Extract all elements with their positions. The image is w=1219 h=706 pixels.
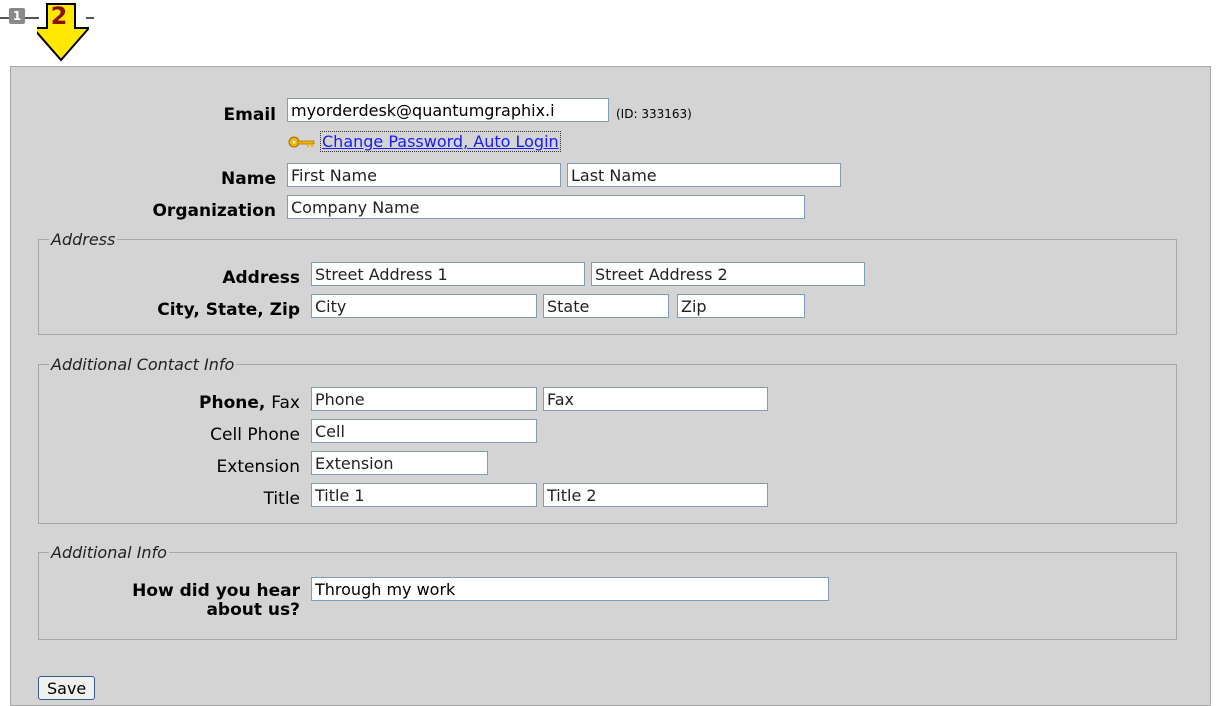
step-2-badge: 2	[50, 2, 68, 30]
save-button[interactable]: Save	[38, 676, 96, 700]
zip-input[interactable]	[677, 294, 805, 318]
cell-phone-input[interactable]	[311, 419, 537, 443]
phone-fax-label: Phone, Fax	[100, 393, 300, 413]
email-label: Email	[223, 105, 276, 125]
step-line	[86, 17, 94, 19]
cell-phone-label: Cell Phone	[210, 425, 300, 445]
phone-input[interactable]	[311, 387, 537, 411]
first-name-input[interactable]	[287, 163, 561, 187]
name-label: Name	[221, 169, 276, 189]
step-line	[0, 17, 9, 19]
last-name-input[interactable]	[567, 163, 841, 187]
extension-label: Extension	[216, 457, 300, 477]
phone-label: Phone,	[199, 393, 266, 413]
fax-label: Fax	[271, 393, 300, 413]
change-password-row: Change Password, Auto Login	[287, 131, 561, 152]
title-label: Title	[263, 489, 300, 509]
step-1-badge: 1	[9, 8, 25, 24]
change-password-link[interactable]: Change Password, Auto Login	[320, 131, 561, 152]
organization-input[interactable]	[287, 195, 805, 219]
city-input[interactable]	[311, 294, 537, 318]
street-address-2-input[interactable]	[591, 262, 865, 286]
extension-input[interactable]	[311, 451, 488, 475]
hear-about-us-input[interactable]	[311, 577, 829, 601]
step-indicator: 1 2	[0, 0, 100, 66]
address-label: Address	[222, 268, 300, 288]
organization-label: Organization	[152, 201, 276, 221]
address-legend: Address	[51, 230, 116, 249]
hear-about-us-label: How did you hear about us?	[100, 582, 300, 620]
account-id-note: (ID: 333163)	[616, 107, 692, 121]
hear-about-us-label-line2: about us?	[206, 600, 300, 620]
city-state-zip-label: City, State, Zip	[157, 300, 300, 320]
additional-info-legend: Additional Info	[51, 543, 167, 562]
title-2-input[interactable]	[543, 483, 768, 507]
hear-about-us-label-line1: How did you hear	[132, 581, 300, 601]
key-icon	[288, 136, 315, 147]
contact-legend: Additional Contact Info	[51, 355, 235, 374]
fax-input[interactable]	[543, 387, 768, 411]
state-input[interactable]	[543, 294, 669, 318]
street-address-1-input[interactable]	[311, 262, 585, 286]
email-input[interactable]	[287, 98, 609, 122]
title-1-input[interactable]	[311, 483, 537, 507]
